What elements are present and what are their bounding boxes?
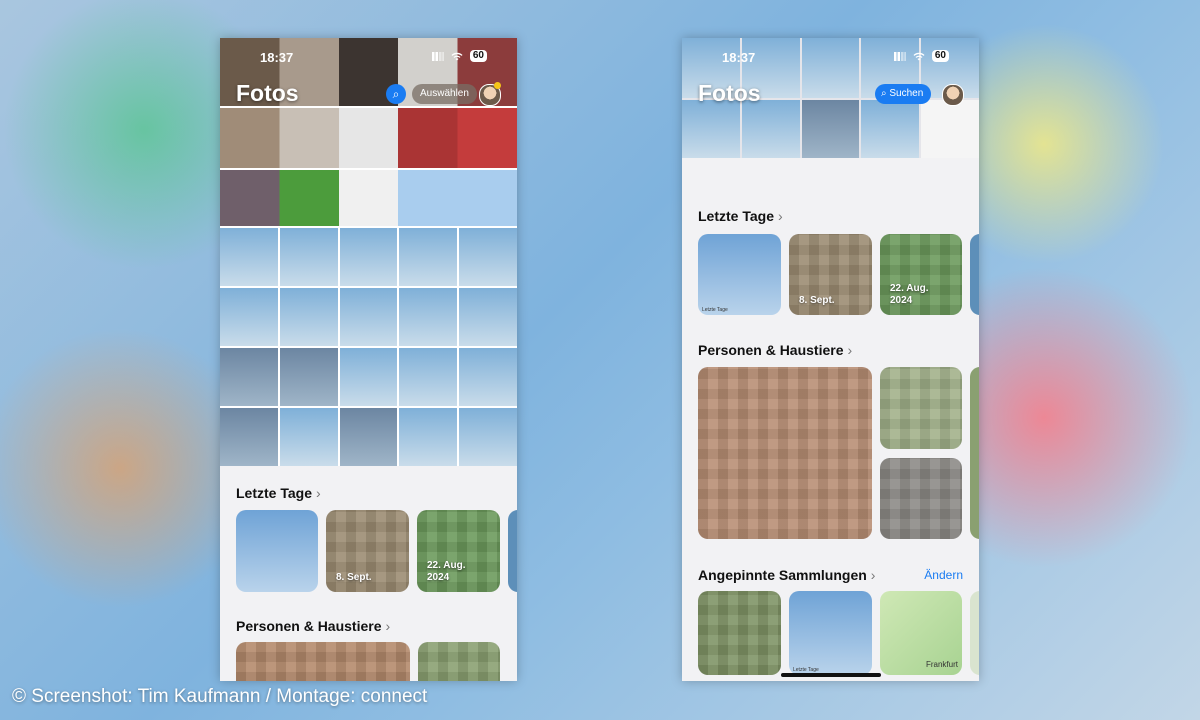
photo-tile[interactable] [399,228,458,286]
photo-tile[interactable] [459,348,517,406]
signal-icon [893,51,906,61]
top-bar: Fotos ⌕ Auswählen [220,80,517,110]
recent-card-label: 22. Aug. 2024 [890,283,929,306]
photo-tile[interactable] [339,408,398,466]
pinned-card[interactable] [970,591,979,675]
phone-right: 18:37 60 Fotos ⌕ Suchen Letzte Tage › Let… [682,38,979,681]
photo-credit: © Screenshot: Tim Kaufmann / Montage: co… [12,686,428,707]
photo-tile[interactable] [220,170,517,226]
person-card[interactable] [698,367,872,539]
section-pinned[interactable]: Angepinnte Sammlungen › [698,567,875,583]
chevron-right-icon: › [870,567,876,583]
photo-tile[interactable] [339,228,398,286]
chevron-right-icon: › [777,208,783,224]
recent-card-label: 8. Sept. [336,572,372,583]
top-bar: Fotos ⌕ Suchen [682,80,979,110]
recent-card[interactable]: 8. Sept. [789,234,872,315]
photo-tile[interactable] [220,228,278,286]
phone-left: 18:37 60 Fotos ⌕ Auswählen Letzte Tage › … [220,38,517,681]
section-people-label: Personen & Haustiere [698,342,844,358]
search-icon: ⌕ [392,87,400,101]
photo-tile[interactable] [220,288,278,346]
photo-tile[interactable] [279,408,338,466]
recent-card-label: 8. Sept. [799,295,835,306]
status-bar: 18:37 60 [682,50,979,68]
status-time: 18:37 [722,50,756,65]
photo-tile[interactable] [220,408,278,466]
pinned-card[interactable] [698,591,781,675]
recent-card-label: 22. Aug. 2024 [427,560,466,583]
photo-tile[interactable] [279,348,338,406]
recent-card[interactable] [970,234,979,315]
avatar[interactable] [942,84,964,106]
person-card[interactable] [236,642,410,681]
recent-card[interactable]: 22. Aug. 2024 [880,234,962,315]
chevron-right-icon: › [315,485,321,501]
photo-tile[interactable] [220,108,517,168]
photo-tile[interactable] [399,348,458,406]
signal-icon [431,51,444,61]
wifi-icon [913,52,925,61]
recent-card[interactable]: 8. Sept. [326,510,409,592]
status-bar: 18:37 60 [220,50,517,68]
section-recent-days[interactable]: Letzte Tage › [698,208,783,224]
section-pinned-label: Angepinnte Sammlungen [698,567,867,583]
wifi-icon [451,52,463,61]
section-recent-days-label: Letzte Tage [698,208,774,224]
page-title: Fotos [236,80,299,106]
pinned-card[interactable]: Letzte Tage [789,591,872,675]
battery-icon: 60 [469,50,487,63]
recent-card-caption: Letzte Tage [702,307,728,313]
page-title: Fotos [698,80,761,106]
search-button-label: Suchen [889,88,924,99]
home-indicator [780,673,881,677]
photo-tile[interactable] [339,348,398,406]
photo-tile[interactable] [399,408,458,466]
recent-card[interactable] [508,510,517,592]
recent-card[interactable] [236,510,318,592]
section-recent-days[interactable]: Letzte Tage › [236,485,321,501]
section-people-label: Personen & Haustiere [236,618,382,634]
chevron-right-icon: › [385,618,391,634]
person-card[interactable] [880,367,962,449]
change-button[interactable]: Ändern [924,568,963,582]
notification-badge [494,82,501,89]
photo-tile[interactable] [459,288,517,346]
photo-tile[interactable] [399,288,458,346]
section-people[interactable]: Personen & Haustiere › [698,342,852,358]
search-button[interactable]: ⌕ Suchen [875,84,932,104]
pinned-card-map[interactable]: Frankfurt [880,591,962,675]
recent-card[interactable]: Letzte Tage [698,234,781,315]
battery-icon: 60 [931,50,949,63]
person-card[interactable] [970,367,979,539]
status-time: 18:37 [260,50,294,65]
map-label: Frankfurt [925,660,958,669]
person-card[interactable] [880,458,962,539]
chevron-right-icon: › [847,342,853,358]
recent-card[interactable]: 22. Aug. 2024 [417,510,500,592]
photo-tile[interactable] [339,288,398,346]
photo-tile[interactable] [459,408,517,466]
select-button[interactable]: Auswählen [412,84,477,104]
photo-tile[interactable] [279,288,338,346]
section-recent-days-label: Letzte Tage [236,485,312,501]
photo-tile[interactable] [279,228,338,286]
search-button[interactable]: ⌕ [386,84,406,104]
person-card[interactable] [418,642,500,681]
section-people[interactable]: Personen & Haustiere › [236,618,390,634]
photo-tile[interactable] [459,228,517,286]
photo-tile[interactable] [220,348,278,406]
